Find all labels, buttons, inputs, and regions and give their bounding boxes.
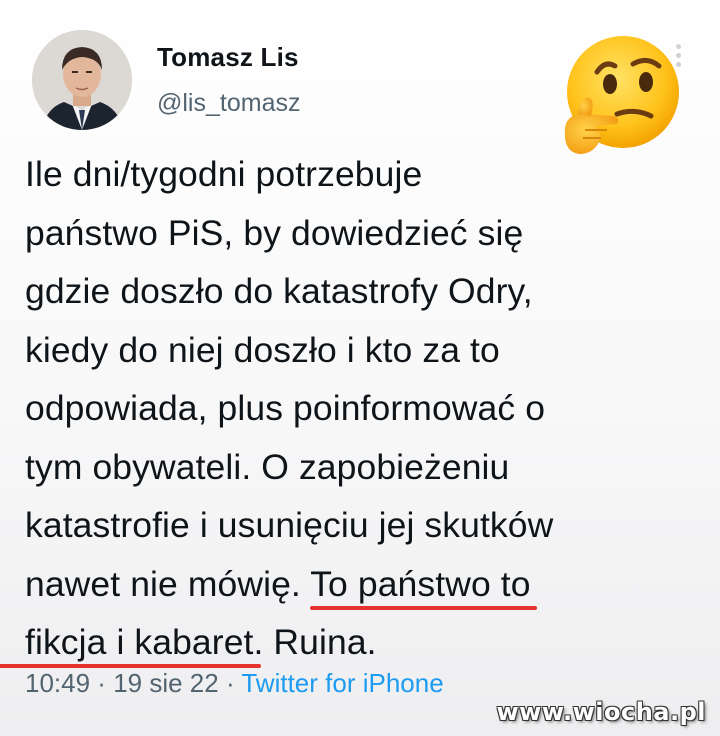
tweet-line: odpowiada, plus poinformować o <box>25 388 546 428</box>
user-handle[interactable]: @lis_tomasz <box>157 89 300 118</box>
highlighted-phrase: To państwo to <box>310 563 531 604</box>
tweet-line: kiedy do niej doszło i kto za to <box>25 329 500 370</box>
meta-separator: · <box>90 668 114 698</box>
tweet-text-plain: Ruina. <box>263 622 377 662</box>
highlighted-phrase: fikcja i kabaret. <box>25 622 264 662</box>
avatar[interactable] <box>32 30 132 130</box>
tweet-text-plain: nawet nie mówię. <box>25 563 311 604</box>
tweet-source-link[interactable]: Twitter for iPhone <box>241 668 443 698</box>
watermark: www.wiocha.pl <box>496 698 706 726</box>
tweet-line: tym obywateli. O zapobieżeniu <box>25 446 510 487</box>
tweet-line: gdzie doszło do katastrofy Odry, <box>25 271 533 311</box>
user-name[interactable]: Tomasz Lis <box>157 42 299 73</box>
tweet-line: Ile dni/tygodni potrzebuje <box>25 154 423 194</box>
tweet-date[interactable]: 19 sie 22 <box>113 668 219 698</box>
tweet-time[interactable]: 10:49 <box>25 668 90 698</box>
tweet-text: Ile dni/tygodni potrzebuje państwo PiS, … <box>25 145 705 672</box>
more-options-icon[interactable] <box>676 44 682 74</box>
thinking-face-emoji-icon <box>555 30 685 160</box>
profile-photo-icon <box>32 30 132 130</box>
tweet-meta: 10:49 · 19 sie 22 · Twitter for iPhone <box>25 668 444 699</box>
tweet-line: fikcja i kabaret. Ruina. <box>25 613 705 672</box>
tweet-line: katastrofie i usunięciu jej skutków <box>25 505 554 545</box>
meta-separator: · <box>218 668 242 698</box>
tweet-line: państwo PiS, by dowiedzieć się <box>25 212 524 253</box>
tweet-line: nawet nie mówię. To państwo to <box>25 555 705 614</box>
tweet-card: Tomasz Lis @lis_tomasz Ile dni/tygodni p… <box>0 0 720 736</box>
